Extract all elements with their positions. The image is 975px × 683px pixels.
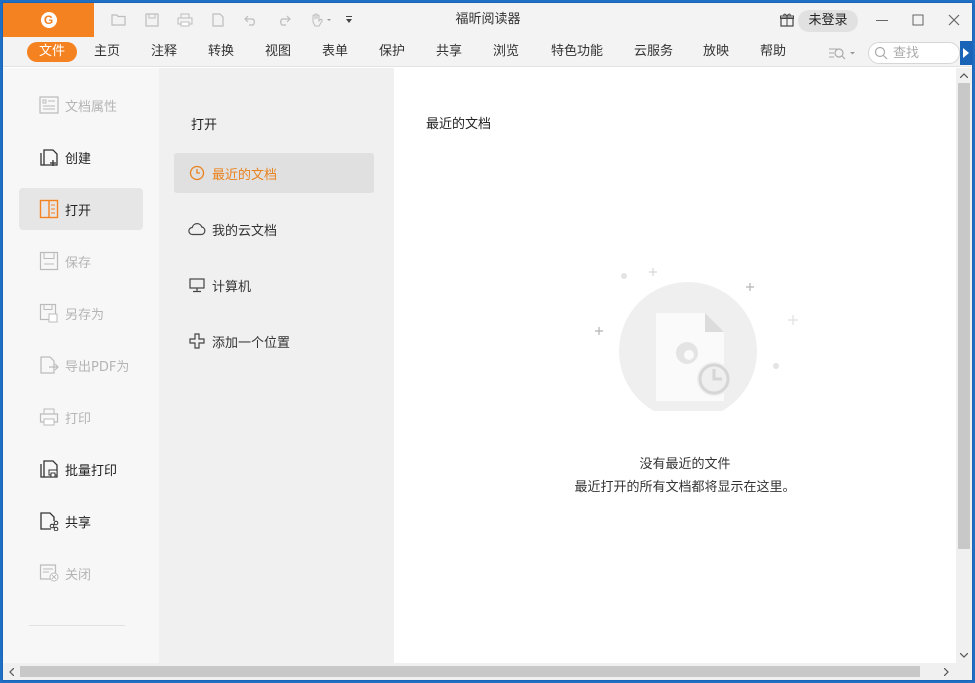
- app-logo-icon: G: [40, 12, 57, 28]
- cloud-icon: [188, 220, 206, 238]
- location-label: 最近的文档: [212, 167, 278, 183]
- nav-label: 另存为: [65, 307, 105, 323]
- nav-label: 共享: [65, 515, 92, 531]
- nav-save-as[interactable]: 另存为: [19, 292, 143, 334]
- tab-view[interactable]: 视图: [253, 42, 303, 62]
- empty-recent-illustration: [595, 268, 798, 411]
- share-icon: [38, 510, 60, 532]
- nav-divider: [29, 625, 125, 626]
- tab-help[interactable]: 帮助: [748, 42, 798, 62]
- tab-comment[interactable]: 注释: [139, 42, 189, 62]
- nav-label: 文档属性: [65, 99, 118, 115]
- open-icon[interactable]: [110, 11, 128, 29]
- new-doc-icon[interactable]: [209, 11, 227, 29]
- find-tool-icon[interactable]: [828, 45, 858, 61]
- export-pdf-icon: [38, 354, 60, 376]
- redo-icon[interactable]: [275, 11, 293, 29]
- tab-form[interactable]: 表单: [310, 42, 360, 62]
- search-icon: [874, 46, 888, 60]
- nav-share[interactable]: 共享: [19, 500, 143, 542]
- hand-tool-icon[interactable]: [308, 11, 334, 29]
- batch-print-icon: [38, 458, 60, 480]
- ribbon-tab-bar: 文件 主页 注释 转换 视图 表单 保护 共享 浏览 特色功能 云服务 放映 帮…: [3, 37, 972, 67]
- tab-browse[interactable]: 浏览: [481, 42, 531, 62]
- add-location-icon: [188, 332, 206, 350]
- nav-open[interactable]: 打开: [19, 188, 143, 230]
- location-computer[interactable]: 计算机: [174, 265, 374, 305]
- nav-label: 导出PDF为: [65, 359, 130, 375]
- nav-document-properties[interactable]: 文档属性: [19, 84, 143, 126]
- app-logo-button[interactable]: G: [3, 3, 94, 37]
- location-my-cloud[interactable]: 我的云文档: [174, 209, 374, 249]
- scroll-down-icon[interactable]: [959, 650, 969, 660]
- save-as-icon: [38, 302, 60, 324]
- empty-state-title: 没有最近的文件: [639, 457, 731, 472]
- nav-save[interactable]: 保存: [19, 240, 143, 282]
- computer-icon: [188, 276, 206, 294]
- close-doc-icon: [38, 562, 60, 584]
- horizontal-scroll-thumb[interactable]: [20, 666, 920, 677]
- tab-file[interactable]: 文件: [27, 42, 78, 62]
- location-label: 我的云文档: [212, 223, 278, 239]
- create-icon: [38, 146, 60, 168]
- undo-icon[interactable]: [242, 11, 260, 29]
- maximize-icon[interactable]: [907, 9, 929, 31]
- search-input[interactable]: [893, 45, 953, 61]
- scroll-up-icon[interactable]: [959, 70, 969, 80]
- tab-features[interactable]: 特色功能: [539, 42, 615, 62]
- nav-label: 打印: [65, 411, 92, 427]
- document-properties-icon: [38, 94, 60, 116]
- vertical-scrollbar[interactable]: [956, 68, 972, 663]
- gift-icon[interactable]: [778, 11, 796, 29]
- tab-slideshow[interactable]: 放映: [691, 42, 741, 62]
- nav-label: 批量打印: [65, 463, 118, 479]
- title-bar: G 福昕阅读器 未登录: [3, 3, 972, 37]
- print-icon: [38, 406, 60, 428]
- window-title: 福昕阅读器: [455, 12, 521, 27]
- tab-home[interactable]: 主页: [82, 42, 132, 62]
- nav-export-pdf[interactable]: 导出PDF为: [19, 344, 143, 386]
- open-locations-panel: 打开 最近的文档 我的云文档 计算机 添加一个位置: [159, 68, 394, 663]
- scroll-left-icon[interactable]: [6, 666, 16, 677]
- customize-qa-icon[interactable]: [343, 11, 355, 29]
- clock-icon: [188, 164, 206, 182]
- location-recent-documents[interactable]: 最近的文档: [174, 153, 374, 193]
- save-icon[interactable]: [143, 11, 161, 29]
- vertical-scroll-thumb[interactable]: [958, 83, 970, 549]
- scrollbar-corner: [956, 663, 972, 680]
- minimize-icon[interactable]: [871, 9, 893, 31]
- app-window: G 福昕阅读器 未登录 文件 主页 注释 转换 视图 表单 保护 共享 浏览 特…: [2, 2, 973, 681]
- location-add-place[interactable]: 添加一个位置: [174, 321, 374, 361]
- print-icon[interactable]: [176, 11, 194, 29]
- nav-print[interactable]: 打印: [19, 396, 143, 438]
- location-label: 计算机: [212, 279, 252, 295]
- empty-state-description: 最近打开的所有文档都将显示在这里。: [574, 480, 796, 495]
- tab-convert[interactable]: 转换: [196, 42, 246, 62]
- backstage-nav: 文档属性 创建 打开 保存 另存为 导出PDF为 打印 批量打印 共享 关闭: [3, 68, 159, 663]
- nav-label: 保存: [65, 255, 92, 271]
- close-icon[interactable]: [943, 9, 965, 31]
- tab-cloud-services[interactable]: 云服务: [622, 42, 685, 62]
- search-field[interactable]: [868, 42, 960, 64]
- save-icon: [38, 250, 60, 272]
- tab-protect[interactable]: 保护: [367, 42, 417, 62]
- horizontal-scrollbar[interactable]: [3, 663, 956, 680]
- nav-close[interactable]: 关闭: [19, 552, 143, 594]
- open-book-icon: [38, 198, 60, 220]
- login-button[interactable]: 未登录: [798, 10, 858, 32]
- location-label: 添加一个位置: [212, 335, 291, 351]
- panel-title: 打开: [191, 118, 218, 133]
- content-title: 最近的文档: [426, 117, 492, 132]
- nav-label: 打开: [65, 203, 92, 219]
- tab-share[interactable]: 共享: [424, 42, 474, 62]
- recent-documents-pane: 最近的文档 没有最近的文件 最近打开的所有文档都将显示在这里。: [394, 68, 956, 663]
- nav-label: 创建: [65, 151, 92, 167]
- nav-batch-print[interactable]: 批量打印: [19, 448, 143, 490]
- scroll-right-icon[interactable]: [941, 666, 951, 677]
- nav-label: 关闭: [65, 567, 92, 583]
- nav-create[interactable]: 创建: [19, 136, 143, 178]
- ribbon-scroll-right-icon[interactable]: [960, 41, 972, 65]
